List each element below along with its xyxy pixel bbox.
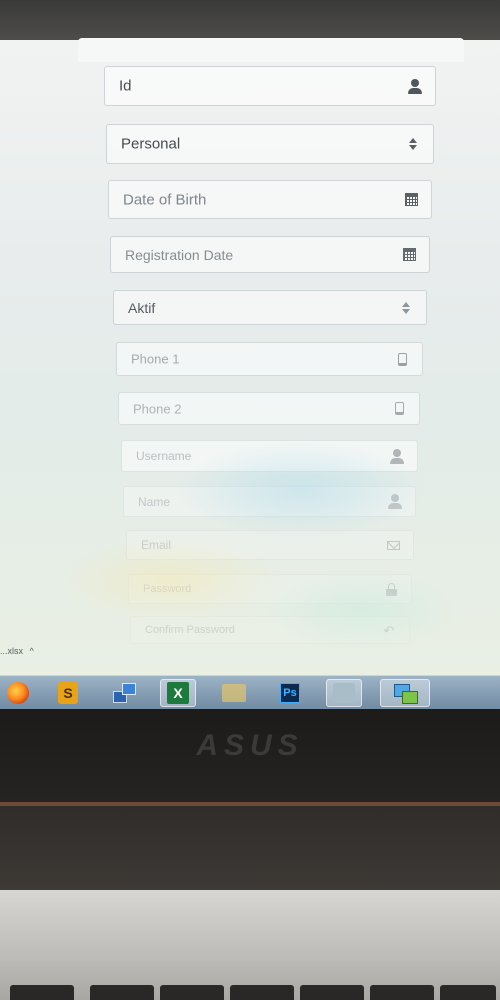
photo-scene: Id Personal Date of Birth Registration D…	[0, 0, 500, 1000]
keyboard-key	[10, 985, 74, 1000]
keyboard-key	[440, 985, 496, 1000]
phone-1-input[interactable]: Phone 1	[116, 342, 423, 376]
phone-2-placeholder: Phone 2	[133, 401, 182, 416]
sublime-text-icon: S	[58, 682, 78, 704]
id-input-label: Id	[119, 77, 132, 95]
date-of-birth-input[interactable]: Date of Birth	[108, 180, 432, 219]
phone-icon	[394, 351, 410, 367]
envelope-icon	[385, 537, 401, 553]
sort-icon	[398, 300, 414, 316]
password-input[interactable]: Password	[128, 574, 412, 604]
phone-icon	[391, 401, 407, 417]
remote-desktop-icon	[393, 683, 418, 704]
user-icon	[387, 494, 403, 510]
taskbar-folder[interactable]	[216, 679, 252, 707]
user-icon	[407, 78, 423, 94]
password-placeholder: Password	[143, 583, 192, 595]
download-chevron-icon[interactable]: ^	[30, 646, 34, 656]
lock-icon	[383, 581, 399, 597]
keyboard-key	[160, 985, 224, 1000]
registration-date-input[interactable]: Registration Date	[110, 236, 430, 273]
phone-1-placeholder: Phone 1	[131, 351, 180, 367]
undo-icon: ↶	[383, 622, 395, 638]
personal-select[interactable]: Personal	[106, 124, 434, 164]
keyboard-key	[90, 985, 154, 1000]
folder-icon	[222, 684, 246, 702]
name-placeholder: Name	[138, 494, 171, 509]
network-icon	[113, 683, 136, 703]
taskbar-remote-desktop[interactable]	[380, 679, 430, 707]
confirm-password-placeholder: Confirm Password	[145, 624, 235, 636]
photoshop-icon: Ps	[280, 683, 300, 703]
personal-select-label: Personal	[121, 135, 181, 153]
calendar-icon	[401, 247, 417, 263]
taskbar-firefox[interactable]	[0, 679, 36, 707]
email-placeholder: Email	[141, 538, 172, 552]
taskbar-sublime[interactable]: S	[50, 679, 86, 707]
username-placeholder: Username	[136, 449, 192, 463]
taskbar-network[interactable]	[106, 679, 142, 707]
registration-date-placeholder: Registration Date	[125, 246, 234, 263]
calendar-icon	[403, 192, 419, 208]
sort-icon	[405, 136, 421, 152]
keyboard-key	[370, 985, 434, 1000]
download-file-name: ...xlsx	[0, 646, 24, 656]
taskbar-photoshop[interactable]: Ps	[272, 679, 308, 707]
status-select[interactable]: Aktif	[113, 290, 427, 325]
laptop-lower-body	[0, 806, 500, 890]
confirm-password-input[interactable]: Confirm Password ↶	[130, 616, 410, 644]
email-input[interactable]: Email	[126, 530, 414, 560]
taskbar-excel[interactable]: X	[160, 679, 196, 707]
date-of-birth-placeholder: Date of Birth	[123, 191, 207, 208]
firefox-icon	[7, 682, 29, 704]
status-select-label: Aktif	[128, 299, 156, 316]
taskbar: S X Ps	[0, 675, 500, 710]
app-icon	[333, 683, 355, 703]
user-icon	[389, 448, 405, 464]
keyboard-key	[230, 985, 294, 1000]
id-input[interactable]: Id	[104, 66, 436, 106]
laptop-keyboard-deck	[0, 890, 500, 1000]
excel-icon: X	[167, 682, 189, 704]
phone-2-input[interactable]: Phone 2	[118, 392, 420, 425]
username-input[interactable]: Username	[121, 440, 418, 472]
download-item[interactable]: ...xlsx ^	[0, 646, 34, 656]
keyboard-key	[300, 985, 364, 1000]
name-input[interactable]: Name	[123, 486, 416, 517]
taskbar-app[interactable]	[326, 679, 362, 707]
form-card-header	[78, 38, 464, 62]
laptop-brand-logo: ASUS	[196, 729, 304, 762]
